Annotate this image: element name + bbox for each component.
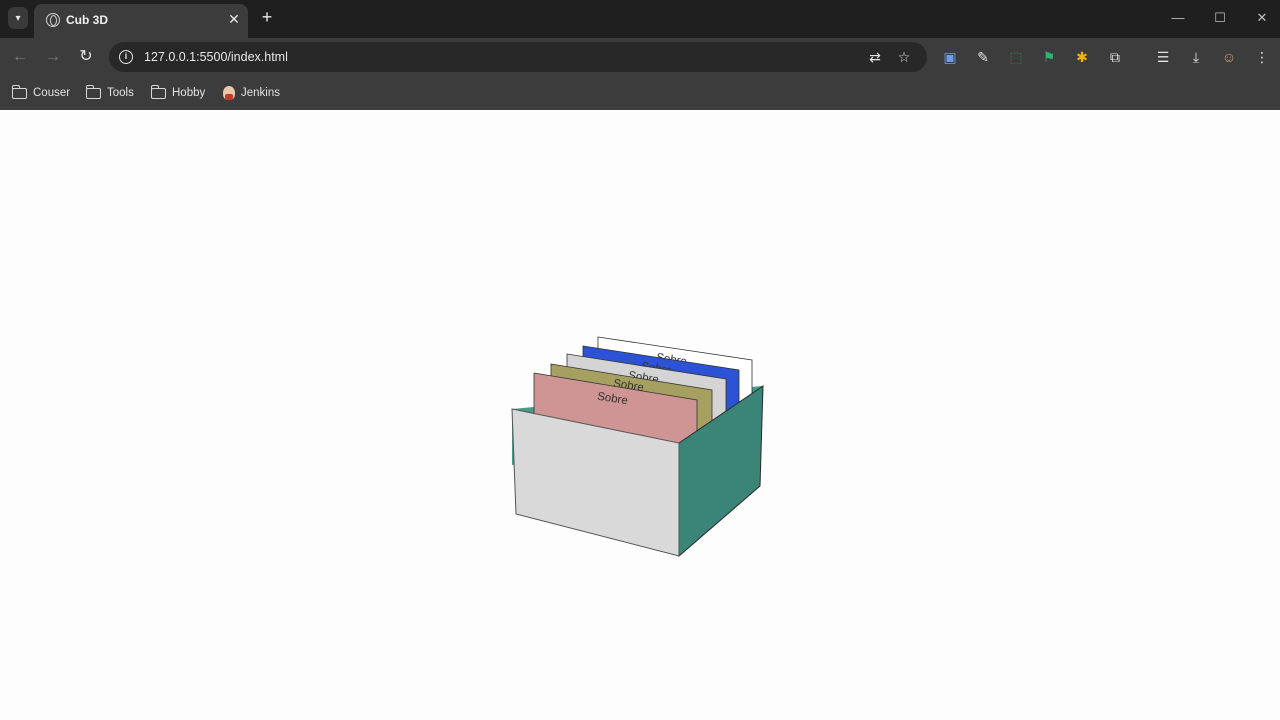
site-info-icon[interactable]: i	[119, 50, 133, 64]
new-tab-button[interactable]: +	[258, 8, 276, 26]
page-content: Sobre Sobre Sobre Sobre Sobre	[0, 110, 1280, 720]
bookmark-couser[interactable]: Couser	[11, 84, 71, 102]
url-text[interactable]: 127.0.0.1:5500/index.html	[144, 50, 288, 64]
globe-icon	[46, 13, 60, 27]
bookmark-label: Couser	[33, 87, 71, 99]
cube-3d-scene: Sobre Sobre Sobre Sobre Sobre	[511, 336, 764, 558]
leaf-extension-icon[interactable]: ⚑	[1039, 47, 1059, 67]
bookmark-jenkins[interactable]: Jenkins	[223, 84, 280, 102]
bookmark-tools[interactable]: Tools	[85, 84, 134, 102]
jenkins-icon	[223, 86, 235, 100]
maximize-button[interactable]: ☐	[1210, 8, 1230, 28]
profile-avatar-icon[interactable]: ☺	[1219, 47, 1239, 67]
folder-icon	[11, 84, 27, 99]
tab-active[interactable]: Cub 3D ✕	[34, 4, 248, 38]
minimize-button[interactable]: —	[1168, 8, 1188, 28]
chevron-down-icon: ▾	[15, 12, 21, 24]
colors-extension-icon[interactable]: ✱	[1072, 47, 1092, 67]
bookmark-star-icon[interactable]: ☆	[895, 48, 913, 66]
reload-button[interactable]: ↻	[76, 47, 96, 67]
bookmarks-bar: Couser Tools Hobby Jenkins	[0, 76, 1280, 110]
screenshot-extension-icon[interactable]: ⬚	[1006, 47, 1026, 67]
bookmark-label: Tools	[107, 87, 134, 99]
browser-chrome: ▾ Cub 3D ✕ + — ☐ ✕ ← → ↻ i 127.0.0.1:550…	[0, 0, 1280, 110]
address-bar[interactable]: i 127.0.0.1:5500/index.html ⇄ ☆	[109, 42, 927, 72]
translate-icon[interactable]: ⇄	[866, 48, 884, 66]
download-icon[interactable]: ⤓	[1186, 47, 1206, 67]
close-window-button[interactable]: ✕	[1252, 8, 1272, 28]
forward-button[interactable]: →	[43, 47, 63, 67]
tab-search-button[interactable]: ▾	[8, 7, 28, 29]
translate-extension-icon[interactable]: ▣	[940, 47, 960, 67]
back-button[interactable]: ←	[10, 47, 30, 67]
tab-title: Cub 3D	[66, 13, 108, 27]
toolbar: ← → ↻ i 127.0.0.1:5500/index.html ⇄ ☆ ▣ …	[0, 38, 1280, 76]
extensions-puzzle-icon[interactable]: ⧉	[1105, 47, 1125, 67]
tab-strip: ▾ Cub 3D ✕ + — ☐ ✕	[0, 0, 1280, 38]
folder-icon	[85, 84, 101, 99]
bookmark-label: Jenkins	[241, 87, 280, 99]
bookmark-label: Hobby	[172, 87, 206, 99]
folder-icon	[150, 84, 166, 99]
tab-close-button[interactable]: ✕	[226, 11, 242, 27]
bookmark-hobby[interactable]: Hobby	[150, 84, 206, 102]
eyedropper-extension-icon[interactable]: ✎	[973, 47, 993, 67]
media-controls-icon[interactable]: ☰	[1153, 47, 1173, 67]
menu-kebab-icon[interactable]: ⋮	[1252, 47, 1272, 67]
